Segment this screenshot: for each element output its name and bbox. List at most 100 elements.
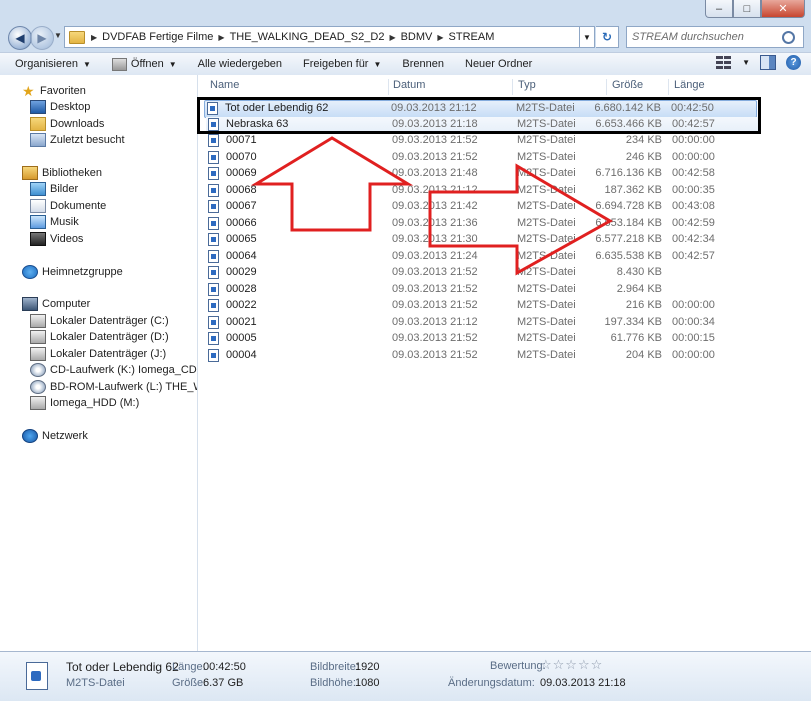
nav-pictures[interactable]: Bilder <box>30 181 78 197</box>
media-file-icon <box>208 315 219 329</box>
nav-label: Lokaler Datenträger (J:) <box>50 348 167 360</box>
table-row[interactable]: 00069 09.03.2013 21:48 M2TS-Datei 6.716.136… <box>206 166 761 182</box>
chevron-right-icon[interactable]: ▶ <box>389 33 395 42</box>
column-header-name[interactable]: Name <box>210 79 239 91</box>
minimize-button[interactable]: – <box>705 0 733 18</box>
nav-computer[interactable]: Computer <box>22 296 90 312</box>
column-divider[interactable] <box>512 79 513 95</box>
share-label: Freigeben für <box>303 58 369 70</box>
table-row[interactable]: 00068 09.03.2013 21:12 M2TS-Datei 187.362 K… <box>206 183 761 199</box>
column-header-type[interactable]: Typ <box>518 79 536 91</box>
rating-stars[interactable]: ☆☆☆☆☆ <box>540 657 603 673</box>
column-headers: Name Datum Typ Größe Länge <box>198 75 811 95</box>
play-all-button[interactable]: Alle wiedergeben <box>192 58 288 70</box>
chevron-right-icon[interactable]: ▶ <box>91 33 97 42</box>
breadcrumb-item[interactable]: DVDFAB Fertige Filme <box>102 31 213 43</box>
address-bar[interactable]: ▶ DVDFAB Fertige Filme ▶ THE_WALKING_DEA… <box>64 26 580 48</box>
maximize-button[interactable]: □ <box>733 0 761 18</box>
table-row[interactable]: 00021 09.03.2013 21:12 M2TS-Datei 197.334 K… <box>206 315 761 331</box>
view-options-icon[interactable] <box>716 55 732 70</box>
details-length-label: Länge: <box>172 661 206 673</box>
table-row[interactable]: 00067 09.03.2013 21:42 M2TS-Datei 6.694.728… <box>206 199 761 215</box>
details-height-label: Bildhöhe: <box>310 677 356 689</box>
organize-button[interactable]: Organisieren ▼ <box>9 58 97 70</box>
new-folder-button[interactable]: Neuer Ordner <box>459 58 538 70</box>
nav-downloads[interactable]: Downloads <box>30 116 104 132</box>
recent-pages-dropdown[interactable]: ▼ <box>54 31 62 40</box>
table-row[interactable]: 00066 09.03.2013 21:36 M2TS-Datei 6.653.184… <box>206 216 761 232</box>
nav-drive-k[interactable]: CD-Laufwerk (K:) Iomega_CD <box>30 362 197 378</box>
nav-label: Lokaler Datenträger (C:) <box>50 315 169 327</box>
table-row[interactable]: 00028 09.03.2013 21:52 M2TS-Datei 2.964 KB <box>206 282 761 298</box>
nav-label: Bibliotheken <box>42 167 102 179</box>
table-row[interactable]: 00004 09.03.2013 21:52 M2TS-Datei 204 KB 00:… <box>206 348 761 364</box>
open-button[interactable]: Öffnen ▼ <box>106 57 183 71</box>
nav-drive-m[interactable]: Iomega_HDD (M:) <box>30 395 139 411</box>
media-file-icon <box>208 332 219 345</box>
chevron-down-icon[interactable]: ▼ <box>742 58 750 67</box>
column-header-length[interactable]: Länge <box>674 79 705 91</box>
nav-videos[interactable]: Videos <box>30 231 83 247</box>
cell-date: 09.03.2013 21:52 <box>392 134 478 146</box>
nav-desktop[interactable]: Desktop <box>30 99 90 115</box>
desktop-icon <box>30 100 46 114</box>
nav-homegroup[interactable]: Heimnetzgruppe <box>22 264 123 280</box>
address-row: ◀ ▶ ▼ ▶ DVDFAB Fertige Filme ▶ THE_WALKI… <box>0 22 811 52</box>
search-input[interactable]: STREAM durchsuchen <box>626 26 804 48</box>
cell-name: 00068 <box>226 183 257 196</box>
table-row[interactable]: 00070 09.03.2013 21:52 M2TS-Datei 246 KB 00:… <box>206 150 761 166</box>
table-row[interactable]: 00022 09.03.2013 21:52 M2TS-Datei 216 KB 00:… <box>206 298 761 314</box>
cell-length: 00:42:58 <box>672 167 715 179</box>
nav-favorites[interactable]: ★ Favoriten <box>22 83 86 99</box>
nav-label: Zuletzt besucht <box>50 134 125 146</box>
back-button[interactable]: ◀ <box>8 26 32 50</box>
nav-libraries[interactable]: Bibliotheken <box>22 165 102 181</box>
table-row[interactable]: 00071 09.03.2013 21:52 M2TS-Datei 234 KB 00:… <box>206 133 761 149</box>
cell-date: 09.03.2013 21:12 <box>392 183 478 196</box>
breadcrumb-item[interactable]: BDMV <box>401 31 433 43</box>
table-row[interactable]: 00065 09.03.2013 21:30 M2TS-Datei 6.577.218… <box>206 232 761 248</box>
recent-places-icon <box>30 133 46 147</box>
refresh-button[interactable]: ↻ <box>596 26 619 48</box>
nav-recent[interactable]: Zuletzt besucht <box>30 132 125 148</box>
cell-length: 00:00:34 <box>672 315 715 328</box>
breadcrumb-item[interactable]: STREAM <box>449 31 495 43</box>
preview-pane-icon[interactable] <box>760 55 776 70</box>
column-divider[interactable] <box>668 79 669 95</box>
forward-button[interactable]: ▶ <box>30 26 54 50</box>
media-file-icon <box>208 233 219 246</box>
column-header-size[interactable]: Größe <box>612 79 643 91</box>
toolbar-right: ▼ ? <box>716 55 801 70</box>
column-divider[interactable] <box>606 79 607 95</box>
media-file-icon <box>208 299 219 312</box>
nav-documents[interactable]: Dokumente <box>30 198 106 214</box>
cell-size: 6.694.728 KB <box>595 200 662 212</box>
breadcrumb-item[interactable]: THE_WALKING_DEAD_S2_D2 <box>230 31 385 43</box>
media-file-icon <box>208 134 219 147</box>
cell-name: 00005 <box>226 332 257 344</box>
cell-size: 246 KB <box>625 150 662 163</box>
share-button[interactable]: Freigeben für ▼ <box>297 58 387 70</box>
nav-drive-l[interactable]: BD-ROM-Laufwerk (L:) THE_WALKIN <box>30 379 197 395</box>
chevron-right-icon[interactable]: ▶ <box>437 33 443 42</box>
nav-music[interactable]: Musik <box>30 214 79 230</box>
nav-drive-d[interactable]: Lokaler Datenträger (D:) <box>30 329 169 345</box>
help-icon[interactable]: ? <box>786 55 801 70</box>
table-row[interactable]: 00029 09.03.2013 21:52 M2TS-Datei 8.430 KB <box>206 265 761 281</box>
table-row[interactable]: 00005 09.03.2013 21:52 M2TS-Datei 61.776 KB… <box>206 331 761 347</box>
column-divider[interactable] <box>388 79 389 95</box>
network-icon <box>22 429 38 443</box>
column-header-date[interactable]: Datum <box>393 79 425 91</box>
nav-label: Favoriten <box>40 85 86 97</box>
address-history-dropdown[interactable]: ▼ <box>580 26 595 48</box>
close-button[interactable]: ✕ <box>761 0 805 18</box>
burn-button[interactable]: Brennen <box>396 58 450 70</box>
command-bar: Organisieren ▼ Öffnen ▼ Alle wiedergeben F… <box>0 52 811 76</box>
nav-network[interactable]: Netzwerk <box>22 428 88 444</box>
documents-icon <box>30 199 46 213</box>
folder-icon <box>69 30 85 44</box>
nav-drive-c[interactable]: Lokaler Datenträger (C:) <box>30 313 169 329</box>
chevron-right-icon[interactable]: ▶ <box>218 33 224 42</box>
table-row[interactable]: 00064 09.03.2013 21:24 M2TS-Datei 6.635.538… <box>206 249 761 265</box>
nav-drive-j[interactable]: Lokaler Datenträger (J:) <box>30 346 166 362</box>
